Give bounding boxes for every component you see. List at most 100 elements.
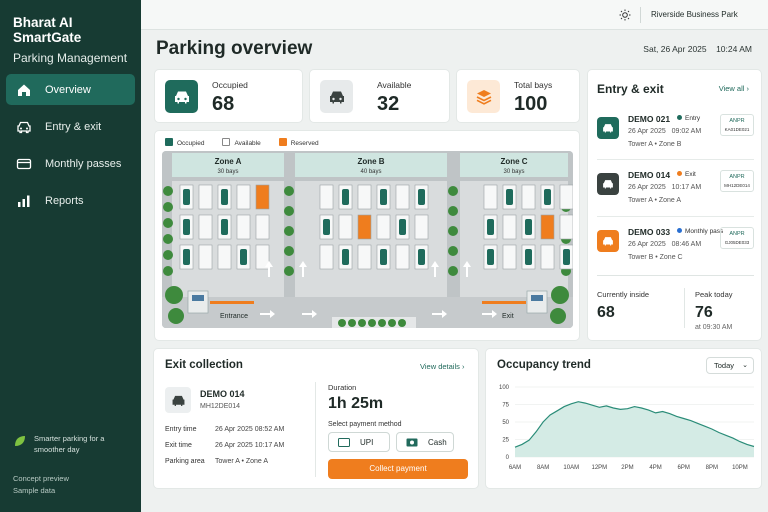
sun-icon[interactable] xyxy=(619,9,631,21)
parked-car xyxy=(221,219,228,235)
collect-payment-button[interactable]: Collect payment xyxy=(328,459,468,479)
view-details-link[interactable]: View details › xyxy=(420,362,464,371)
stat-card-available: Available 32 xyxy=(309,69,450,123)
bay-available[interactable] xyxy=(502,244,517,270)
legend-label: Reserved xyxy=(290,140,319,147)
parked-car xyxy=(506,189,513,205)
brand: Bharat AI SmartGate Parking Management xyxy=(13,15,141,65)
anpr-label: ANPR xyxy=(729,118,745,124)
divider xyxy=(597,216,754,217)
row-value: Tower A • Zone A xyxy=(215,458,269,465)
parking-map: Zone A 30 bays Zone B 40 bays Zone C 30 … xyxy=(162,151,573,328)
stat-value: 32 xyxy=(377,93,400,115)
parking-area-row: Parking area Tower A • Zone A xyxy=(165,458,268,465)
parked-car xyxy=(380,249,387,265)
datetime: Sat, 26 Apr 2025 10:24 AM xyxy=(643,44,752,54)
stat-card-total-bays: Total bays 100 xyxy=(456,69,580,123)
bay-available[interactable] xyxy=(502,214,517,240)
bay-available[interactable] xyxy=(395,184,410,210)
sidebar-item-label: Monthly passes xyxy=(45,157,122,170)
bay-reserved[interactable] xyxy=(255,184,270,210)
status-badge: Monthly pass xyxy=(677,228,723,235)
bay-available[interactable] xyxy=(540,244,555,270)
bay-available[interactable] xyxy=(319,184,334,210)
cash-button[interactable]: Cash xyxy=(396,432,454,452)
car-icon xyxy=(165,387,191,413)
currently-inside: Currently inside 68 xyxy=(597,290,649,322)
location-selector[interactable]: Riverside Business Park xyxy=(651,10,738,19)
sidebar-item-reports[interactable]: Reports xyxy=(6,185,135,216)
bay-available[interactable] xyxy=(319,244,334,270)
y-tick-label: 0 xyxy=(506,455,510,461)
currently-inside-label: Currently inside xyxy=(597,290,650,299)
legend-swatch xyxy=(222,138,231,146)
plate-number: DEMO 033 xyxy=(628,227,671,237)
bay-reserved[interactable] xyxy=(357,214,372,240)
car-icon xyxy=(17,121,31,133)
plate-code: MH12DE014 xyxy=(200,403,241,410)
peak-time: at 09:30 AM xyxy=(695,324,733,331)
upi-button[interactable]: UPI xyxy=(328,432,390,452)
parked-car xyxy=(418,249,425,265)
bay-available[interactable] xyxy=(198,244,213,270)
range-select[interactable]: Today ⌄ xyxy=(706,357,754,374)
sidebar-item-label: Overview xyxy=(45,83,91,96)
x-tick-label: 12PM xyxy=(592,465,608,471)
date: 26 Apr 2025 xyxy=(628,128,666,135)
list-item[interactable]: DEMO 033 Monthly pass 26 Apr 2025 08:46 … xyxy=(597,227,754,275)
status-label: Exit xyxy=(685,171,696,178)
status-dot xyxy=(677,171,682,176)
sidebar-item-entry-exit[interactable]: Entry & exit xyxy=(6,111,135,142)
list-item[interactable]: DEMO 014 Exit 26 Apr 2025 10:17 AM Tower… xyxy=(597,170,754,218)
x-tick-label: 10AM xyxy=(563,465,579,471)
chevron-right-icon: › xyxy=(746,84,750,93)
zone-label: Zone B xyxy=(357,157,384,166)
bay-available[interactable] xyxy=(198,184,213,210)
bay-available[interactable] xyxy=(255,214,270,240)
bay-available[interactable] xyxy=(338,214,353,240)
bay-available[interactable] xyxy=(376,214,391,240)
bay-available[interactable] xyxy=(521,184,536,210)
sidebar-item-monthly-passes[interactable]: Monthly passes xyxy=(6,148,135,179)
view-all-link[interactable]: View all › xyxy=(719,84,749,93)
parked-car xyxy=(342,189,349,205)
occupancy-chart: 0 25 50 75 100 6AM 8AM 10AM 12PM 2PM 4PM 6PM 8PM 10PM xyxy=(499,385,755,471)
sidebar-nav: Overview Entry & exit Monthly passes Rep… xyxy=(6,74,135,222)
bay-available[interactable] xyxy=(357,244,372,270)
list-item[interactable]: DEMO 021 Entry 26 Apr 2025 09:02 AM Towe… xyxy=(597,114,754,162)
bay-available[interactable] xyxy=(236,214,251,240)
cash-icon xyxy=(406,438,418,446)
bay-available[interactable] xyxy=(395,244,410,270)
bay-reserved[interactable] xyxy=(540,214,555,240)
y-tick-label: 100 xyxy=(499,385,510,391)
x-tick-label: 10PM xyxy=(732,465,748,471)
sample-note: Sample data xyxy=(13,486,56,495)
sidebar-item-label: Entry & exit xyxy=(45,120,102,133)
peak-today-label: Peak today xyxy=(695,290,733,299)
map-legend: Occupied Available Reserved xyxy=(165,138,337,147)
bay-available[interactable] xyxy=(217,244,232,270)
zone-label: Zone C xyxy=(500,157,527,166)
bay-available[interactable] xyxy=(483,184,498,210)
bay-available[interactable] xyxy=(236,184,251,210)
zone-bays: 30 bays xyxy=(217,169,238,175)
view-details-label: View details xyxy=(420,362,460,371)
sidebar-item-overview[interactable]: Overview xyxy=(6,74,135,105)
anpr-badge: ANPR MH12DE014 xyxy=(720,170,754,192)
divider xyxy=(597,275,754,276)
bay-available[interactable] xyxy=(559,214,573,240)
legend-label: Occupied xyxy=(177,140,205,147)
parked-car xyxy=(183,189,190,205)
bay-available[interactable] xyxy=(414,214,429,240)
bay-available[interactable] xyxy=(198,214,213,240)
car-icon xyxy=(320,80,353,113)
parked-car xyxy=(487,249,494,265)
car-icon xyxy=(597,173,619,195)
bay-available[interactable] xyxy=(357,184,372,210)
stat-label: Available xyxy=(377,80,412,90)
bay-available[interactable] xyxy=(559,184,573,210)
y-tick-label: 25 xyxy=(502,438,509,444)
exit-time-row: Exit time 26 Apr 2025 10:17 AM xyxy=(165,442,284,449)
status-label: Entry xyxy=(685,115,701,122)
sidebar-footer: Smarter parking for a smoother day Conce… xyxy=(13,433,124,497)
